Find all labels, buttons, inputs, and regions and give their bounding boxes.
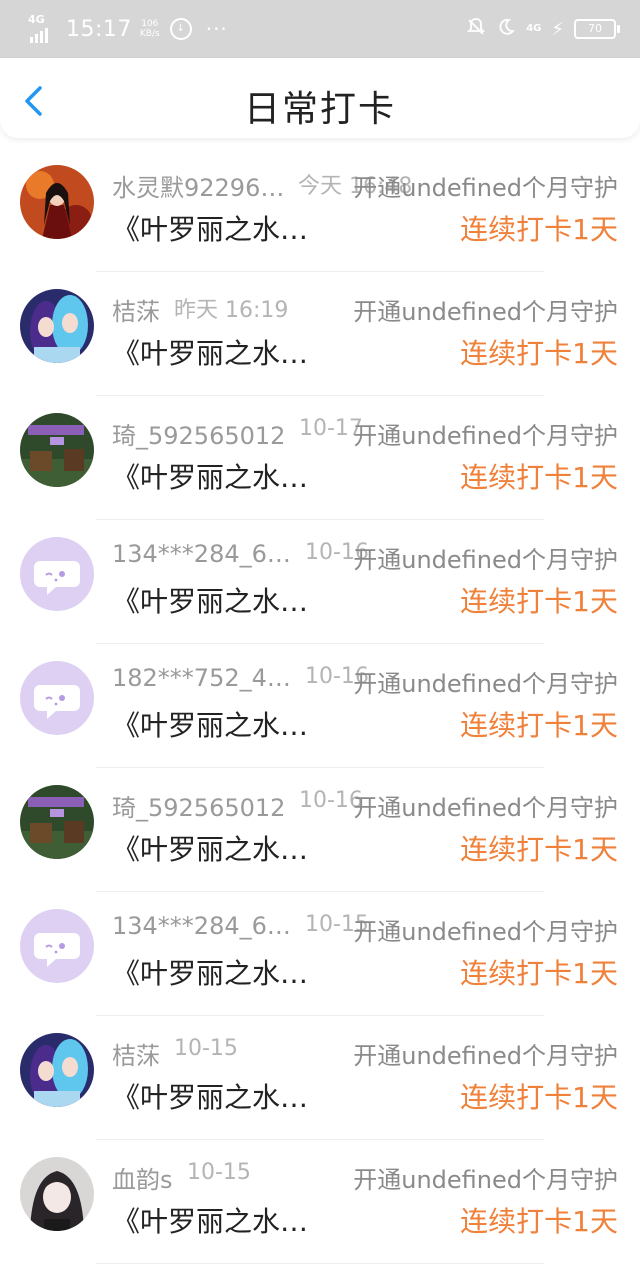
page-title: 日常打卡 <box>243 89 396 130</box>
book-title[interactable]: 《叶罗丽之水… <box>112 1200 308 1240</box>
avatar[interactable] <box>20 537 94 611</box>
user-name: 琦_592565012 <box>112 794 286 822</box>
moon-icon <box>496 17 516 42</box>
checkin-time: 昨天 16:19 <box>174 298 289 323</box>
list-item[interactable]: 134***284_6… 10-16 开通undefined个月守护 《叶罗丽之水… 连… <box>0 520 640 644</box>
list-item[interactable]: 琦_592565012 10-17 开通undefined个月守护 《叶罗丽之水… 连续… <box>0 396 640 520</box>
book-title[interactable]: 《叶罗丽之水… <box>112 952 308 992</box>
user-name: 134***284_6… <box>112 540 291 568</box>
streak-label: 连续打卡1天 <box>460 337 618 370</box>
user-name: 134***284_6… <box>112 912 291 940</box>
list-item[interactable]: 血韵s 10-15 开通undefined个月守护《叶罗丽之水… 连续打卡1天 <box>0 1140 640 1264</box>
more-notifications-icon: ··· <box>205 17 228 41</box>
data-saver-icon: ↓ <box>169 18 192 40</box>
avatar[interactable] <box>20 1157 94 1231</box>
book-title[interactable]: 《叶罗丽之水… <box>112 704 308 744</box>
clock: 15:17 <box>66 16 132 42</box>
user-name: 桔莯 <box>112 1042 160 1070</box>
user-name: 水灵默92296… <box>112 174 285 202</box>
list-item[interactable]: 134***284_6… 10-15 开通undefined个月守护 《叶罗丽之水… 连… <box>0 892 640 1016</box>
user-name: 182***752_4… <box>112 664 291 692</box>
streak-label: 连续打卡1天 <box>460 1205 618 1238</box>
guard-status: 开通undefined个月守护 <box>353 670 618 698</box>
network-speed: 106 KB/s <box>140 19 160 39</box>
list-item[interactable]: 桔莯 10-15 开通undefined个月守护《叶罗丽之水… 连续打卡1天 <box>0 1016 640 1140</box>
guard-status: 开通undefined个月守护 <box>353 794 618 822</box>
avatar[interactable] <box>20 661 94 735</box>
book-title[interactable]: 《叶罗丽之水… <box>112 828 308 868</box>
list-item[interactable]: 水灵默92296… 今天 16:48 开通undefined个月守护 《叶罗丽之水… 连… <box>0 148 640 272</box>
user-name: 桔莯 <box>112 298 160 326</box>
avatar[interactable] <box>20 909 94 983</box>
guard-status: 开通undefined个月守护 <box>353 918 618 946</box>
speed-unit: KB/s <box>139 29 160 39</box>
guard-status: 开通undefined个月守护 <box>353 1166 618 1194</box>
notifications-off-icon <box>466 17 486 42</box>
streak-label: 连续打卡1天 <box>460 585 618 618</box>
guard-status: 开通undefined个月守护 <box>353 1042 618 1070</box>
book-title[interactable]: 《叶罗丽之水… <box>112 580 308 620</box>
book-title[interactable]: 《叶罗丽之水… <box>112 332 308 372</box>
streak-label: 连续打卡1天 <box>460 957 618 990</box>
divider <box>96 1263 544 1264</box>
list-item[interactable]: 琦_592565012 10-16 开通undefined个月守护 《叶罗丽之水… 连续… <box>0 768 640 892</box>
avatar[interactable] <box>20 165 94 239</box>
checkin-time: 10-15 <box>174 1036 238 1061</box>
guard-status: 开通undefined个月守护 <box>353 422 618 450</box>
battery-level: 70 <box>588 22 602 35</box>
battery-icon: 70 <box>574 19 620 39</box>
streak-label: 连续打卡1天 <box>460 709 618 742</box>
streak-label: 连续打卡1天 <box>460 213 618 246</box>
user-name: 琦_592565012 <box>112 422 286 450</box>
list-item[interactable]: 桔莯 昨天 16:19 开通undefined个月守护《叶罗丽之水… 连续打卡1天 <box>0 272 640 396</box>
book-title[interactable]: 《叶罗丽之水… <box>112 456 308 496</box>
status-bar: 4G 15:17 106 KB/s ↓ ··· 4G ⚡ 70 <box>0 0 640 58</box>
avatar[interactable] <box>20 1033 94 1107</box>
checkin-list: 水灵默92296… 今天 16:48 开通undefined个月守护 《叶罗丽之水… 连… <box>0 148 640 1264</box>
speed-value: 106 <box>141 19 159 29</box>
guard-status: 开通undefined个月守护 <box>353 174 618 202</box>
avatar[interactable] <box>20 785 94 859</box>
book-title[interactable]: 《叶罗丽之水… <box>112 208 308 248</box>
user-name: 血韵s <box>112 1166 173 1194</box>
book-title[interactable]: 《叶罗丽之水… <box>112 1076 308 1116</box>
avatar[interactable] <box>20 413 94 487</box>
signal-icon: 4G <box>28 13 60 43</box>
streak-label: 连续打卡1天 <box>460 833 618 866</box>
checkin-time: 10-15 <box>187 1160 251 1185</box>
network-type-right: 4G <box>526 23 542 34</box>
streak-label: 连续打卡1天 <box>460 461 618 494</box>
guard-status: 开通undefined个月守护 <box>353 298 618 326</box>
network-type: 4G <box>28 13 45 26</box>
guard-status: 开通undefined个月守护 <box>353 546 618 574</box>
header: 日常打卡 <box>0 58 640 138</box>
avatar[interactable] <box>20 289 94 363</box>
list-item[interactable]: 182***752_4… 10-16 开通undefined个月守护 《叶罗丽之水… 连… <box>0 644 640 768</box>
streak-label: 连续打卡1天 <box>460 1081 618 1114</box>
charging-icon: ⚡ <box>551 18 564 40</box>
